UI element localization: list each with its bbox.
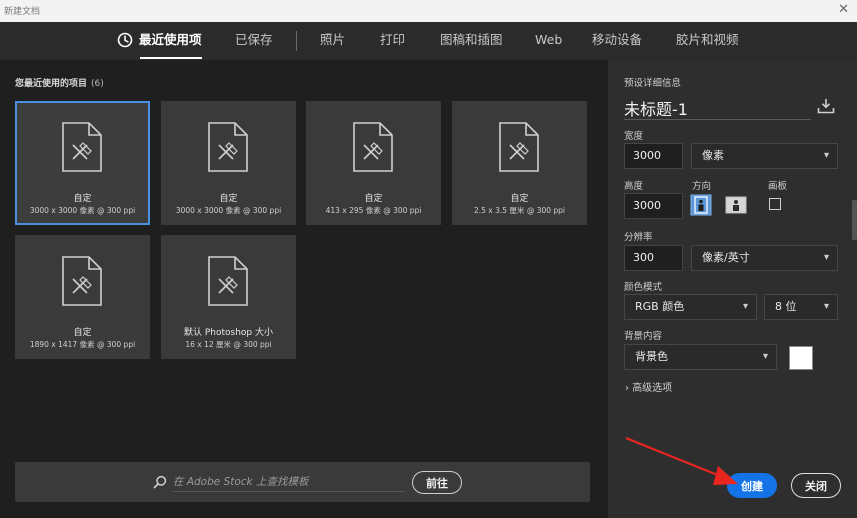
- preset-card-name: 自定: [219, 194, 238, 204]
- preset-card-dims: 2.5 x 3.5 厘米 @ 300 ppi: [473, 206, 566, 215]
- document-icon: [62, 122, 102, 172]
- tab-art-illustration[interactable]: 图稿和插图: [440, 32, 503, 48]
- artboard-checkbox[interactable]: [769, 198, 781, 210]
- tab-recent[interactable]: 最近使用项: [139, 32, 202, 48]
- preset-card[interactable]: 自定 3000 x 3000 像素 @ 300 ppi: [161, 101, 296, 225]
- chevron-down-icon: ▾: [823, 150, 829, 161]
- create-button[interactable]: 创建: [727, 473, 777, 498]
- advanced-options-label: 高级选项: [632, 383, 673, 394]
- tab-photo[interactable]: 照片: [320, 32, 345, 48]
- preset-details-header: 预设详细信息: [624, 78, 682, 89]
- color-mode-label: 颜色模式: [624, 282, 663, 293]
- window-title: 新建文档: [4, 7, 41, 17]
- preset-card-name: 自定: [73, 194, 92, 204]
- tab-web[interactable]: Web: [535, 32, 562, 48]
- background-label: 背景内容: [624, 331, 663, 342]
- preset-card[interactable]: 默认 Photoshop 大小 16 x 12 厘米 @ 300 ppi: [161, 235, 296, 359]
- clock-icon: [117, 32, 133, 48]
- preset-card-dims: 3000 x 3000 像素 @ 300 ppi: [29, 206, 136, 215]
- document-icon: [353, 122, 393, 172]
- preset-card-dims: 413 x 295 像素 @ 300 ppi: [325, 206, 422, 215]
- document-name-underline: [624, 119, 811, 120]
- advanced-options-toggle[interactable]: › 高级选项: [625, 379, 672, 394]
- preset-card-name: 自定: [364, 194, 383, 204]
- preset-card[interactable]: 自定 413 x 295 像素 @ 300 ppi: [306, 101, 441, 225]
- preset-card[interactable]: 自定 1890 x 1417 像素 @ 300 ppi: [15, 235, 150, 359]
- close-button[interactable]: 关闭: [791, 473, 841, 498]
- category-tabbar: 最近使用项 已保存 照片 打印 图稿和插图 Web 移动设备 胶片和视频: [0, 22, 857, 60]
- width-label: 宽度: [624, 131, 644, 142]
- resolution-unit-value: 像素/英寸: [702, 251, 750, 264]
- background-color-swatch[interactable]: [789, 346, 813, 370]
- chevron-down-icon: ▾: [742, 301, 748, 312]
- bit-depth-value: 8 位: [775, 300, 797, 313]
- tab-film-video[interactable]: 胶片和视频: [676, 32, 739, 48]
- chevron-down-icon: ▾: [823, 252, 829, 263]
- stock-go-button[interactable]: 前往: [412, 471, 462, 494]
- preset-card-name: 默认 Photoshop 大小: [183, 328, 273, 338]
- save-preset-icon[interactable]: [817, 98, 835, 114]
- preset-card[interactable]: 自定 3000 x 3000 像素 @ 300 ppi: [15, 101, 150, 225]
- artboard-label: 画板: [768, 181, 788, 192]
- color-mode-select[interactable]: RGB 颜色 ▾: [624, 294, 757, 320]
- tab-mobile[interactable]: 移动设备: [592, 32, 642, 48]
- window-close-icon[interactable]: ✕: [838, 2, 849, 18]
- tab-saved[interactable]: 已保存: [235, 32, 273, 48]
- width-input[interactable]: 3000: [624, 143, 683, 169]
- document-icon: [62, 256, 102, 306]
- resolution-input[interactable]: 300: [624, 245, 683, 271]
- chevron-down-icon: ▾: [823, 301, 829, 312]
- preset-card-dims: 1890 x 1417 像素 @ 300 ppi: [29, 340, 136, 349]
- portrait-orientation-icon[interactable]: [690, 194, 712, 216]
- height-label: 高度: [624, 181, 644, 192]
- chevron-right-icon: ›: [625, 383, 629, 394]
- preset-card-name: 自定: [73, 328, 92, 338]
- background-value: 背景色: [635, 350, 668, 363]
- stock-search-bar: 前往: [15, 462, 590, 502]
- preset-card-dims: 3000 x 3000 像素 @ 300 ppi: [175, 206, 282, 215]
- chevron-down-icon: ▾: [762, 351, 768, 362]
- resolution-label: 分辨率: [624, 232, 653, 243]
- recent-header-label: 您最近使用的项目: [15, 79, 88, 89]
- preset-card[interactable]: 自定 2.5 x 3.5 厘米 @ 300 ppi: [452, 101, 587, 225]
- tab-divider: [296, 31, 297, 51]
- recent-count: (6): [91, 79, 104, 89]
- document-icon: [499, 122, 539, 172]
- document-name[interactable]: 未标题-1: [624, 96, 688, 120]
- window-titlebar: 新建文档 ✕: [0, 0, 857, 22]
- tab-print[interactable]: 打印: [380, 32, 405, 48]
- height-input[interactable]: 3000: [624, 193, 683, 219]
- document-icon: [208, 256, 248, 306]
- scrollbar-thumb[interactable]: [852, 200, 857, 240]
- width-unit-value: 像素: [702, 149, 724, 162]
- preset-details-panel: 预设详细信息 未标题-1 宽度 3000 像素 ▾ 高度 方向 画板 3000 …: [608, 60, 857, 518]
- landscape-orientation-icon[interactable]: [725, 194, 747, 216]
- preset-card-name: 自定: [510, 194, 529, 204]
- background-select[interactable]: 背景色 ▾: [624, 344, 777, 370]
- tab-active-underline: [140, 57, 202, 59]
- color-mode-value: RGB 颜色: [635, 300, 685, 313]
- width-unit-select[interactable]: 像素 ▾: [691, 143, 838, 169]
- document-icon: [208, 122, 248, 172]
- recent-items-panel: 您最近使用的项目 (6) 自定 3000 x 3000 像素 @ 300 ppi …: [0, 60, 607, 518]
- search-icon: [153, 475, 167, 489]
- bit-depth-select[interactable]: 8 位 ▾: [764, 294, 838, 320]
- orientation-label: 方向: [692, 181, 712, 192]
- resolution-unit-select[interactable]: 像素/英寸 ▾: [691, 245, 838, 271]
- recent-header: 您最近使用的项目 (6): [15, 76, 104, 89]
- preset-card-dims: 16 x 12 厘米 @ 300 ppi: [185, 340, 272, 349]
- stock-search-input[interactable]: [173, 472, 405, 492]
